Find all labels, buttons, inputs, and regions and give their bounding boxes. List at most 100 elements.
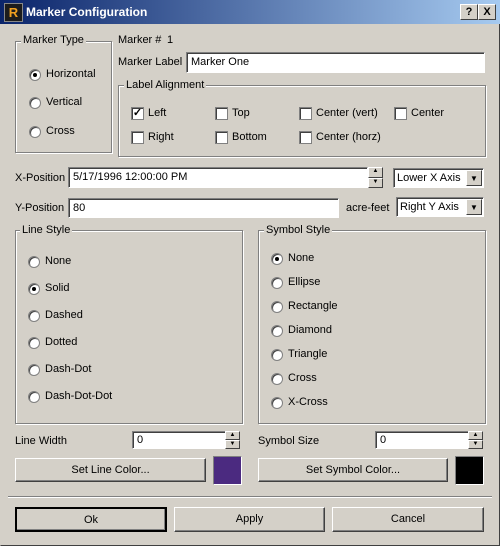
line-color-swatch[interactable] xyxy=(213,456,242,485)
line-style-option-label: Solid xyxy=(45,282,70,294)
align-option-label: Left xyxy=(148,107,167,119)
line-style-radio-dash-dot[interactable] xyxy=(28,364,40,376)
y-position-label: Y-Position xyxy=(15,202,65,214)
spin-down-icon[interactable]: ▼ xyxy=(468,440,483,449)
align-option-label: Bottom xyxy=(232,131,267,143)
symbol-size-input[interactable]: 0 xyxy=(375,431,469,449)
align-checkbox-center-vert[interactable] xyxy=(299,107,312,120)
y-units-label: acre-feet xyxy=(346,202,390,214)
chevron-down-icon[interactable]: ▼ xyxy=(466,170,482,186)
align-checkbox-center[interactable] xyxy=(394,107,407,120)
align-option-bottom[interactable]: Bottom xyxy=(215,131,305,145)
align-option-center-vert[interactable]: Center (vert) xyxy=(299,107,389,121)
align-checkbox-left[interactable]: ✓ xyxy=(131,107,144,120)
symbol-style-radio-triangle[interactable] xyxy=(271,349,283,361)
line-style-radio-solid[interactable] xyxy=(28,283,40,295)
label-alignment-legend: Label Alignment xyxy=(124,79,207,91)
line-style-option-none[interactable]: None xyxy=(28,255,148,269)
x-position-label: X-Position xyxy=(15,172,66,184)
symbol-style-option-label: Cross xyxy=(288,372,317,384)
symbol-style-option-label: Rectangle xyxy=(288,300,338,312)
marker-label-caption: Marker Label xyxy=(118,56,183,68)
align-option-right[interactable]: Right xyxy=(131,131,221,145)
line-style-radio-dash-dot-dot[interactable] xyxy=(28,391,40,403)
align-checkbox-top[interactable] xyxy=(215,107,228,120)
line-style-radio-dashed[interactable] xyxy=(28,310,40,322)
marker-type-option-label: Horizontal xyxy=(46,68,96,80)
set-line-color-button[interactable]: Set Line Color... xyxy=(15,458,206,482)
spin-down-icon[interactable]: ▼ xyxy=(368,177,383,188)
symbol-style-option-x-cross[interactable]: X-Cross xyxy=(271,396,391,410)
align-option-left[interactable]: ✓ Left xyxy=(131,107,221,121)
spin-down-icon[interactable]: ▼ xyxy=(225,440,240,449)
symbol-style-option-triangle[interactable]: Triangle xyxy=(271,348,391,362)
marker-number-label: Marker # xyxy=(118,34,162,46)
symbol-style-option-label: Ellipse xyxy=(288,276,321,288)
symbol-style-option-label: None xyxy=(288,252,315,264)
y-axis-select-value: Right Y Axis xyxy=(400,201,459,213)
align-option-top[interactable]: Top xyxy=(215,107,305,121)
align-option-label: Top xyxy=(232,107,250,119)
separator xyxy=(8,496,492,498)
align-checkbox-right[interactable] xyxy=(131,131,144,144)
symbol-style-option-label: X-Cross xyxy=(288,396,328,408)
spin-up-icon[interactable]: ▲ xyxy=(225,431,240,440)
line-style-radio-dotted[interactable] xyxy=(28,337,40,349)
line-style-option-solid[interactable]: Solid xyxy=(28,282,148,296)
symbol-size-label: Symbol Size xyxy=(258,435,320,447)
symbol-style-radio-rectangle[interactable] xyxy=(271,301,283,313)
align-option-center-horz[interactable]: Center (horz) xyxy=(299,131,389,145)
line-style-option-dash-dot[interactable]: Dash-Dot xyxy=(28,363,148,377)
marker-label-input[interactable]: Marker One xyxy=(186,52,485,73)
symbol-style-option-label: Diamond xyxy=(288,324,333,336)
symbol-style-radio-ellipse[interactable] xyxy=(271,277,283,289)
symbol-style-radio-diamond[interactable] xyxy=(271,325,283,337)
symbol-style-radio-x-cross[interactable] xyxy=(271,397,283,409)
symbol-color-swatch[interactable] xyxy=(455,456,484,485)
ok-button[interactable]: Ok xyxy=(15,507,167,532)
spin-up-icon[interactable]: ▲ xyxy=(468,431,483,440)
line-style-option-dotted[interactable]: Dotted xyxy=(28,336,148,350)
marker-type-radio-cross[interactable] xyxy=(29,126,41,138)
x-position-input[interactable]: 5/17/1996 12:00:00 PM xyxy=(68,167,368,188)
line-width-label: Line Width xyxy=(15,435,67,447)
symbol-style-option-ellipse[interactable]: Ellipse xyxy=(271,276,391,290)
align-checkbox-center-horz[interactable] xyxy=(299,131,312,144)
line-width-input[interactable]: 0 xyxy=(132,431,226,449)
marker-number-value: 1 xyxy=(167,34,174,46)
align-option-label: Right xyxy=(148,131,174,143)
align-option-label: Center xyxy=(411,107,445,119)
cancel-button[interactable]: Cancel xyxy=(332,507,484,532)
spin-up-icon[interactable]: ▲ xyxy=(368,167,383,178)
align-option-label: Center (vert) xyxy=(316,107,378,119)
symbol-style-radio-cross[interactable] xyxy=(271,373,283,385)
align-checkbox-bottom[interactable] xyxy=(215,131,228,144)
line-style-option-dashed[interactable]: Dashed xyxy=(28,309,148,323)
line-style-option-label: Dash-Dot-Dot xyxy=(45,390,113,402)
chevron-down-icon[interactable]: ▼ xyxy=(466,199,482,215)
marker-type-option-label: Cross xyxy=(46,125,75,137)
line-style-radio-none[interactable] xyxy=(28,256,40,268)
symbol-size-spinner[interactable]: ▲ ▼ xyxy=(468,431,483,449)
marker-type-radio-horizontal[interactable] xyxy=(29,69,41,81)
line-style-option-label: Dotted xyxy=(45,336,78,348)
marker-type-radio-vertical[interactable] xyxy=(29,97,41,109)
help-button[interactable]: ? xyxy=(460,4,478,20)
line-style-option-dash-dot-dot[interactable]: Dash-Dot-Dot xyxy=(28,390,148,404)
apply-button[interactable]: Apply xyxy=(174,507,325,532)
line-style-option-label: Dash-Dot xyxy=(45,363,92,375)
close-button[interactable]: X xyxy=(478,4,496,20)
symbol-style-radio-none[interactable] xyxy=(271,253,283,265)
y-position-input[interactable]: 80 xyxy=(68,198,339,218)
align-option-label: Center (horz) xyxy=(316,131,381,143)
symbol-style-option-cross[interactable]: Cross xyxy=(271,372,391,386)
symbol-style-option-diamond[interactable]: Diamond xyxy=(271,324,391,338)
x-position-spinner[interactable]: ▲ ▼ xyxy=(368,167,383,188)
symbol-style-option-rectangle[interactable]: Rectangle xyxy=(271,300,391,314)
symbol-style-option-none[interactable]: None xyxy=(271,252,391,266)
x-axis-select-value: Lower X Axis xyxy=(397,172,461,184)
label-alignment-group xyxy=(118,85,486,157)
set-symbol-color-button[interactable]: Set Symbol Color... xyxy=(258,458,448,482)
align-option-center[interactable]: Center xyxy=(394,107,484,121)
line-width-spinner[interactable]: ▲ ▼ xyxy=(225,431,240,449)
